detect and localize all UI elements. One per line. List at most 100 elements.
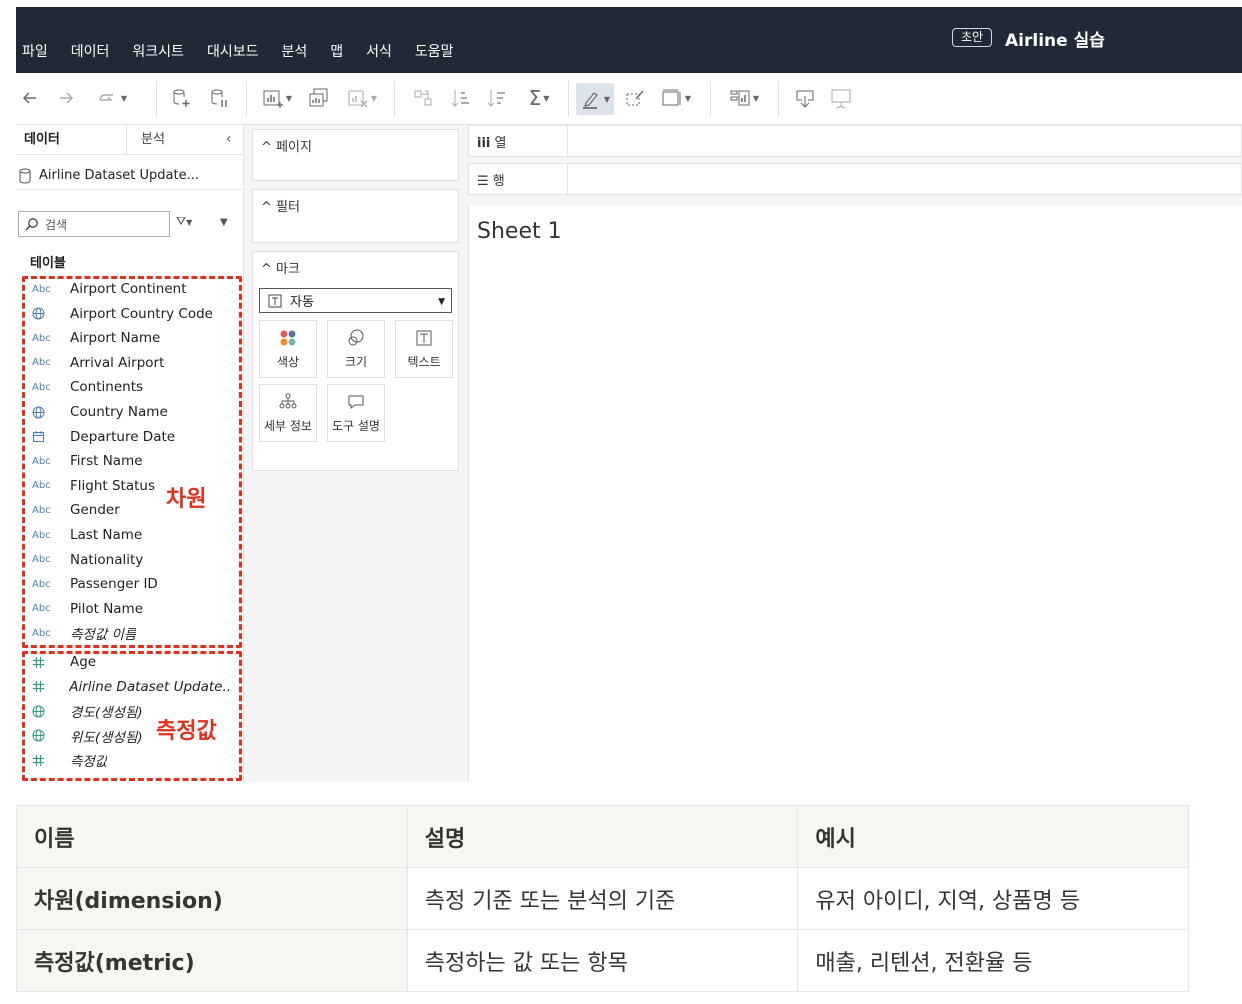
- shelf-divider: [567, 126, 568, 158]
- draft-badge: 초안: [952, 28, 993, 47]
- chevron-down-icon: ▼: [186, 218, 193, 227]
- caret-down-icon: ▼: [438, 297, 445, 307]
- toolbar-divider: [246, 81, 247, 117]
- toolbar: ▼ ▼ ▼ Σ ▼ ▼ ▼ ▼: [16, 73, 1242, 125]
- database-add-icon: [173, 89, 190, 107]
- color-mark-button[interactable]: 색상: [259, 320, 317, 378]
- pages-card[interactable]: ^ 페이지: [252, 129, 459, 181]
- database-pause-icon: [211, 89, 227, 107]
- mark-type-select[interactable]: 자동 ▼: [259, 288, 452, 313]
- menu-format[interactable]: 서식: [366, 41, 392, 61]
- highlight-button[interactable]: ▼: [576, 83, 614, 115]
- pause-updates-button[interactable]: [206, 87, 232, 109]
- toolbar-divider: [568, 81, 569, 117]
- workspace: iii 열 ☰ 행 Sheet 1: [464, 125, 1242, 782]
- clear-sheet-button[interactable]: ▼: [344, 87, 380, 109]
- color-mark-label: 색상: [276, 354, 300, 369]
- table-row: 차원(dimension) 측정 기준 또는 분석의 기준 유저 아이디, 지역…: [16, 867, 1189, 930]
- comparison-table: 이름 설명 예시 차원(dimension) 측정 기준 또는 분석의 기준 유…: [16, 805, 1189, 992]
- toolbar-divider: [778, 81, 779, 117]
- chevron-up-icon: ^: [261, 200, 272, 215]
- menu-dashboard[interactable]: 대시보드: [207, 41, 259, 61]
- chevron-down-icon: ▼: [285, 93, 293, 103]
- datasource-row[interactable]: Airline Dataset Update...: [16, 162, 244, 190]
- data-pane: 데이터 분석 ‹ Airline Dataset Update... 검색 ⛛▼…: [16, 125, 244, 782]
- columns-shelf[interactable]: iii 열: [468, 125, 1242, 158]
- menu-data[interactable]: 데이터: [71, 41, 110, 61]
- undo-button[interactable]: [18, 87, 42, 109]
- tableau-window: 파일 데이터 워크시트 대시보드 분석 맵 서식 도움말 초안 Airline …: [16, 7, 1242, 782]
- header-description: 설명: [406, 805, 799, 868]
- table-header-row: 이름 설명 예시: [16, 805, 1189, 868]
- back-arrow-icon: [22, 92, 36, 104]
- menu-map[interactable]: 맵: [330, 41, 343, 61]
- size-mark-label: 크기: [344, 354, 368, 369]
- row-metric-description: 측정하는 값 또는 항목: [406, 929, 799, 992]
- menu-analysis[interactable]: 분석: [281, 41, 307, 61]
- sort-descending-icon: [487, 90, 505, 107]
- menu-bar: 파일 데이터 워크시트 대시보드 분석 맵 서식 도움말 초안 Airline …: [16, 7, 1242, 73]
- tab-analysis[interactable]: 분석: [141, 125, 165, 155]
- text-mark-button[interactable]: 텍스트: [395, 320, 453, 378]
- sort-descending-button[interactable]: [484, 87, 510, 109]
- row-metric-example: 매출, 리텐션, 전환율 등: [797, 929, 1189, 992]
- detail-mark-label: 세부 정보: [264, 418, 312, 433]
- row-dimension-name: 차원(dimension): [16, 867, 408, 930]
- header-name: 이름: [16, 805, 408, 868]
- toolbar-divider: [710, 81, 711, 117]
- hierarchy-dots-icon: [279, 393, 297, 408]
- sort-ascending-button[interactable]: [448, 87, 474, 109]
- replay-button[interactable]: ▼: [90, 87, 134, 109]
- duplicate-sheet-button[interactable]: [306, 87, 332, 109]
- rows-icon: ☰: [477, 174, 489, 189]
- header-example: 예시: [797, 805, 1189, 868]
- chevron-down-icon: ▼: [120, 93, 128, 103]
- tab-data[interactable]: 데이터: [24, 125, 60, 155]
- search-input[interactable]: 검색: [18, 211, 170, 237]
- redo-button[interactable]: [54, 87, 78, 109]
- rows-shelf-label: ☰ 행: [477, 174, 505, 189]
- funnel-icon: ⛛: [176, 214, 187, 228]
- chevron-down-icon: ▼: [752, 93, 760, 103]
- rows-shelf[interactable]: ☰ 행: [468, 163, 1242, 196]
- tooltip-mark-button[interactable]: 도구 설명: [327, 384, 385, 442]
- text-mark-label: 텍스트: [407, 354, 441, 369]
- fit-width-icon: [662, 89, 681, 106]
- fit-button[interactable]: ▼: [658, 87, 694, 109]
- size-mark-button[interactable]: 크기: [327, 320, 385, 378]
- view-canvas[interactable]: Sheet 1: [468, 205, 1242, 782]
- data-options-button[interactable]: ▼: [220, 217, 228, 228]
- size-circles-icon: [348, 329, 364, 345]
- group-members-button[interactable]: [622, 87, 648, 109]
- new-worksheet-button[interactable]: ▼: [260, 87, 294, 109]
- forward-arrow-icon: [60, 92, 74, 104]
- chart-add-icon: [263, 90, 283, 108]
- detail-mark-button[interactable]: 세부 정보: [259, 384, 317, 442]
- sheet-title[interactable]: Sheet 1: [477, 219, 562, 244]
- swap-rows-columns-button[interactable]: [410, 87, 436, 109]
- label-chart-icon: [730, 90, 750, 106]
- totals-button[interactable]: Σ ▼: [522, 86, 556, 110]
- menu-worksheet[interactable]: 워크시트: [132, 41, 184, 61]
- presentation-icon: [831, 89, 851, 109]
- menu-help[interactable]: 도움말: [415, 41, 454, 61]
- filters-card[interactable]: ^ 필터: [252, 189, 459, 243]
- menu-file[interactable]: 파일: [22, 41, 48, 61]
- replay-icon: [99, 94, 113, 101]
- table-row: 측정값(metric) 측정하는 값 또는 항목 매출, 리텐션, 전환율 등: [16, 929, 1189, 992]
- pages-card-title: ^ 페이지: [261, 140, 312, 155]
- tables-label: 테이블: [30, 256, 66, 271]
- measure-annotation-label: 측정값: [156, 719, 217, 744]
- collapse-pane-button[interactable]: ‹: [226, 131, 232, 147]
- presentation-mode-button[interactable]: [828, 87, 854, 109]
- filters-card-title: ^ 필터: [261, 200, 300, 215]
- datasource-name: Airline Dataset Update...: [39, 168, 199, 183]
- sigma-icon: Σ: [528, 86, 542, 110]
- workbook-title[interactable]: Airline 실습: [1005, 26, 1105, 51]
- download-button[interactable]: [792, 87, 818, 109]
- marks-card: ^ 마크 자동 ▼ 색상 크기 텍스트 세부 정보 도구 설명: [252, 251, 459, 471]
- new-datasource-button[interactable]: [168, 87, 194, 109]
- show-me-button[interactable]: ▼: [724, 87, 764, 109]
- filter-fields-button[interactable]: ⛛▼: [176, 214, 192, 229]
- marks-card-title: ^ 마크: [261, 262, 300, 277]
